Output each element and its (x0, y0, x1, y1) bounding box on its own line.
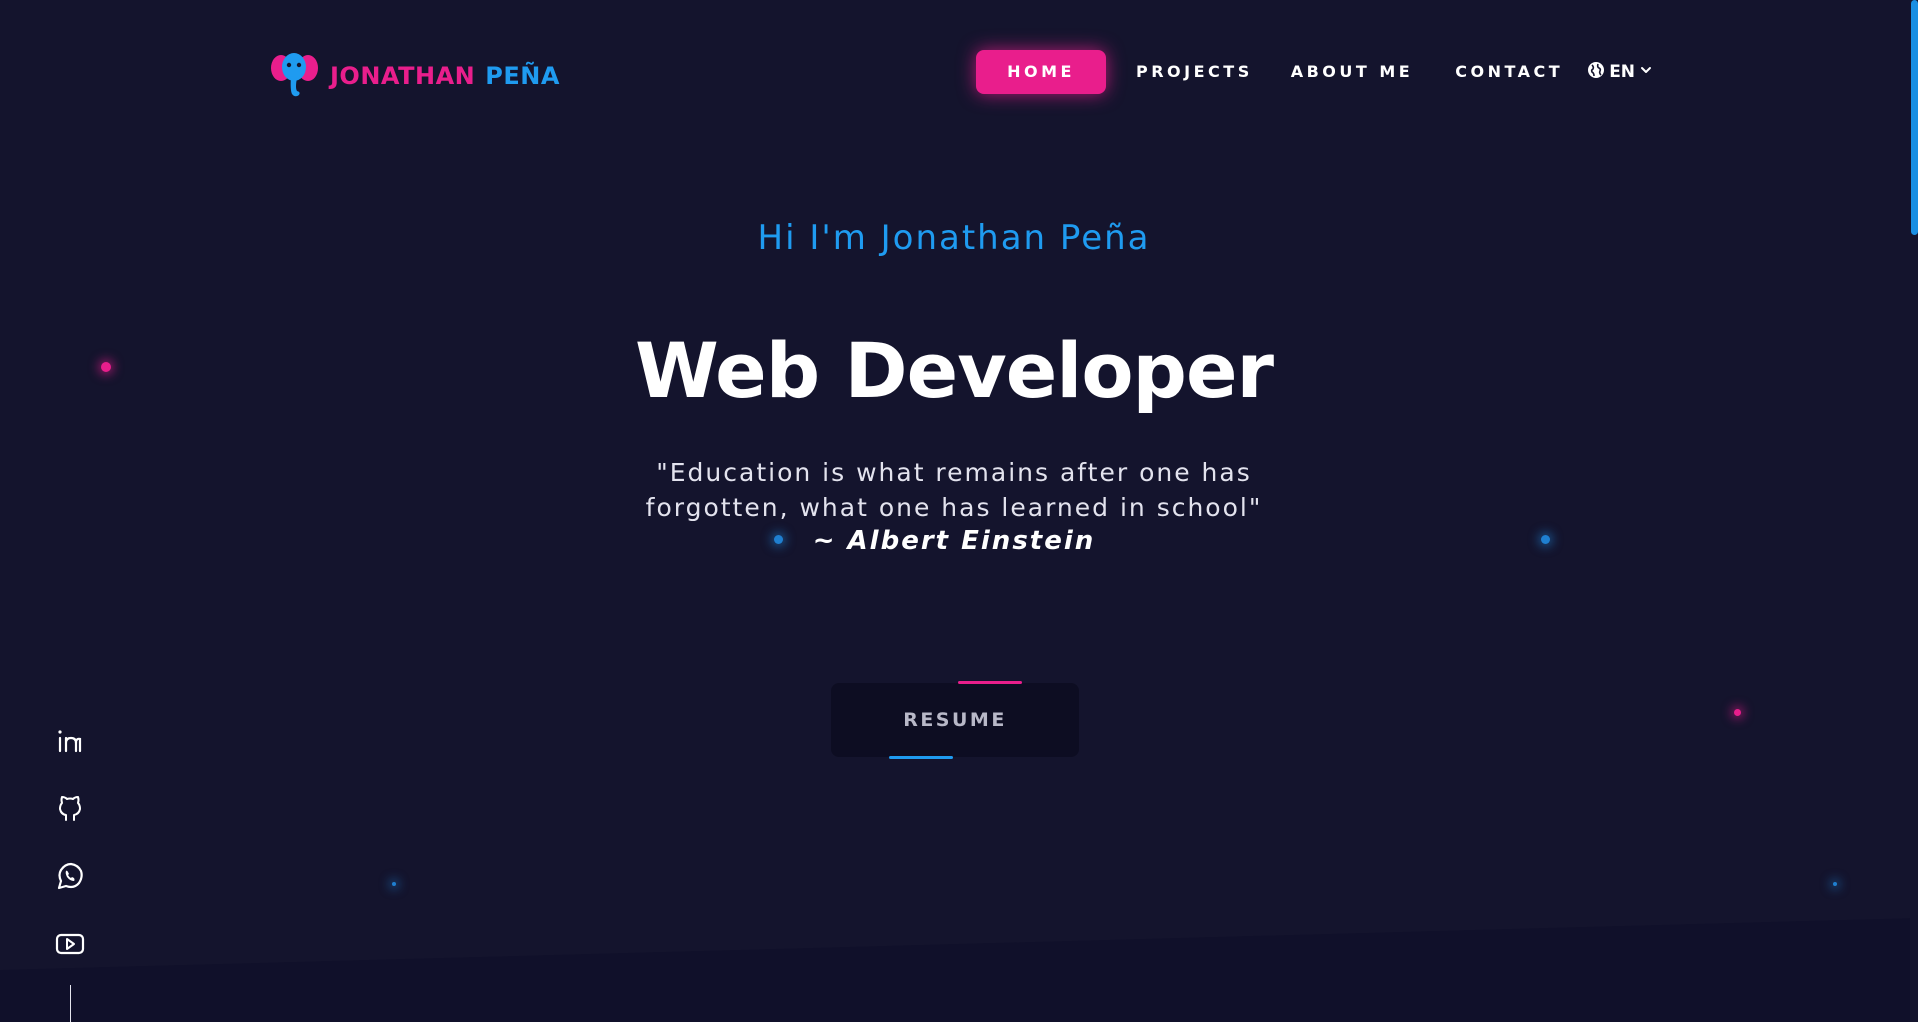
glow-dot (1734, 709, 1741, 716)
nav-home[interactable]: HOME (976, 50, 1106, 94)
resume-top-accent (958, 681, 1022, 684)
resume-bottom-accent (889, 756, 953, 759)
scrollbar[interactable] (1910, 0, 1918, 1022)
youtube-link[interactable] (52, 928, 88, 964)
nav-contact[interactable]: CONTACT (1437, 50, 1581, 94)
quote-line-1: "Education is what remains after one has (656, 458, 1252, 487)
linkedin-icon (55, 726, 85, 760)
page: JONATHAN PEÑA HOME PROJECTS ABOUT ME CONT… (0, 0, 1918, 1022)
glow-dot (101, 362, 111, 372)
social-divider-line (70, 985, 71, 1022)
hero-quote: "Education is what remains after one has… (604, 455, 1304, 525)
scrollbar-thumb[interactable] (1911, 0, 1918, 235)
resume-button[interactable]: RESUME (831, 681, 1079, 759)
github-icon (55, 793, 85, 827)
nav-projects[interactable]: PROJECTS (1118, 50, 1271, 94)
hero-title: Web Developer (635, 326, 1274, 415)
resume-label: RESUME (903, 709, 1007, 731)
brand-first-name: JONATHAN (330, 62, 476, 90)
linkedin-link[interactable] (52, 725, 88, 761)
glow-dot (774, 535, 783, 544)
brand-name: JONATHAN PEÑA (330, 62, 560, 90)
bottom-band (0, 918, 1918, 1022)
globe-icon (1587, 61, 1605, 84)
logo-link[interactable]: JONATHAN PEÑA (270, 48, 560, 104)
nav-about-me[interactable]: ABOUT ME (1273, 50, 1432, 94)
hero-greeting: Hi I'm Jonathan Peña (757, 218, 1151, 258)
quote-line-2: forgotten, what one has learned in schoo… (645, 493, 1263, 522)
language-label: EN (1609, 62, 1636, 82)
whatsapp-link[interactable] (52, 860, 88, 896)
language-selector[interactable]: EN (1587, 61, 1653, 84)
youtube-icon (54, 928, 86, 964)
glow-dot (1541, 535, 1550, 544)
quote-author: ~ Albert Einstein (812, 526, 1096, 556)
github-link[interactable] (52, 792, 88, 828)
chevron-down-icon (1639, 62, 1653, 82)
brand-last-name: PEÑA (485, 62, 560, 90)
elephant-logo-icon (270, 48, 322, 104)
glow-dot (1833, 882, 1837, 886)
main-nav: HOME PROJECTS ABOUT ME CONTACT EN (976, 50, 1653, 94)
whatsapp-icon (54, 860, 86, 896)
glow-dot (392, 882, 396, 886)
